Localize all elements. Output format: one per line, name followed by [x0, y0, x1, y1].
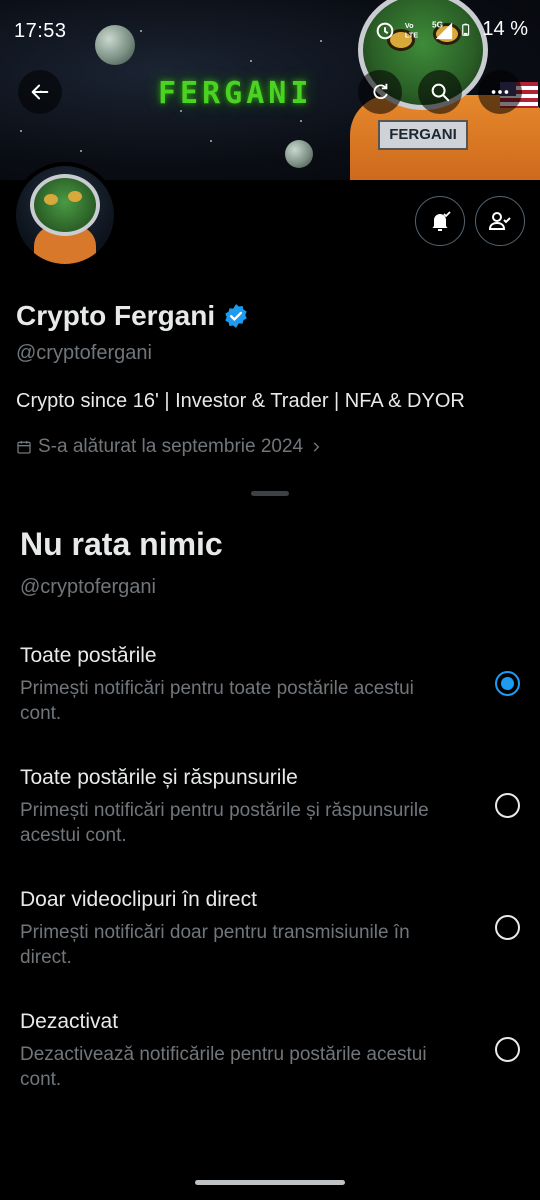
back-button[interactable]	[18, 70, 62, 114]
status-time: 17:53	[14, 20, 67, 42]
radio-button-selected[interactable]	[495, 671, 520, 696]
verified-badge-icon[interactable]	[223, 303, 249, 329]
option-off[interactable]: Dezactivat Dezactivează notificările pen…	[0, 1010, 540, 1120]
profile-name: Crypto Fergani	[16, 300, 249, 332]
joined-date[interactable]: S-a alăturat la septembrie 2024	[16, 436, 323, 458]
radio-button[interactable]	[495, 915, 520, 940]
notification-settings-sheet: Nu rata nimic @cryptofergani Toate postă…	[0, 476, 540, 1200]
avatar[interactable]	[12, 162, 118, 268]
status-bar: 17:53 Vo LTE 5G 14 %	[0, 0, 540, 64]
option-description: Primești notificări pentru toate postări…	[20, 678, 414, 724]
home-gesture-bar[interactable]	[195, 1180, 345, 1185]
battery-icon	[462, 23, 470, 36]
option-description: Primești notificări pentru postările și …	[20, 800, 429, 846]
search-icon	[431, 83, 450, 102]
svg-text:5G: 5G	[432, 20, 443, 29]
radio-button[interactable]	[495, 793, 520, 818]
sheet-subtitle: @cryptofergani	[20, 576, 156, 598]
alarm-icon	[377, 22, 394, 39]
profile-bio: Crypto since 16' | Investor & Trader | N…	[16, 390, 465, 412]
option-title: Doar videoclipuri în direct	[20, 888, 257, 911]
chevron-right-icon	[313, 442, 320, 452]
more-icon	[491, 90, 509, 94]
svg-text:Vo: Vo	[405, 21, 414, 30]
refresh-button[interactable]	[358, 70, 402, 114]
option-description: Primești notificări doar pentru transmis…	[20, 922, 410, 968]
profile-name-text: Crypto Fergani	[16, 300, 216, 331]
bell-check-icon	[432, 211, 451, 231]
sheet-drag-handle[interactable]	[251, 491, 289, 496]
option-live-only[interactable]: Doar videoclipuri în direct Primești not…	[0, 888, 540, 998]
more-options-button[interactable]	[478, 70, 522, 114]
volte-icon: VoLTE	[405, 21, 418, 39]
user-check-icon	[488, 212, 511, 230]
option-posts-and-replies[interactable]: Toate postările și răspunsurile Primești…	[0, 766, 540, 876]
option-description: Dezactivează notificările pentru postări…	[20, 1044, 427, 1090]
option-title: Toate postările și răspunsurile	[20, 766, 298, 789]
notifications-button[interactable]	[415, 196, 465, 246]
option-title: Dezactivat	[20, 1010, 119, 1033]
calendar-icon	[17, 441, 31, 454]
planet-image	[285, 140, 313, 168]
sheet-title: Nu rata nimic	[20, 526, 223, 562]
5g-signal-icon: 5G	[432, 20, 453, 39]
option-all-posts[interactable]: Toate postările Primești notificări pent…	[0, 644, 540, 754]
profile-handle: @cryptofergani	[16, 342, 152, 364]
svg-text:LTE: LTE	[405, 30, 418, 39]
option-title: Toate postările	[20, 644, 157, 667]
search-button[interactable]	[418, 70, 462, 114]
suit-name-tag: FERGANI	[378, 120, 468, 150]
back-arrow-icon	[31, 84, 49, 100]
banner-logo-text: FERGANI	[158, 76, 313, 111]
battery-percentage: 14 %	[482, 18, 528, 40]
refresh-icon	[373, 83, 388, 100]
radio-button[interactable]	[495, 1037, 520, 1062]
following-button[interactable]	[475, 196, 525, 246]
joined-date-text: S-a alăturat la septembrie 2024	[38, 436, 304, 457]
avatar-image	[16, 166, 114, 264]
